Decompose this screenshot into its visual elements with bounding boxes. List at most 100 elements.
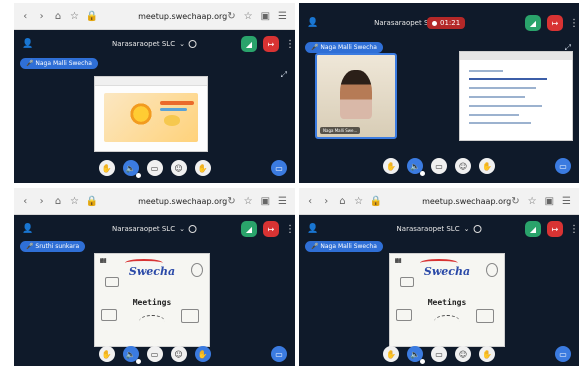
speaker-button[interactable]: 🔈 (407, 158, 425, 176)
people-icon[interactable]: 👤 (22, 39, 33, 49)
camera-button[interactable]: ▭ (431, 158, 447, 174)
speaker-chip: 🎤 Naga Malli Swecha (305, 241, 383, 252)
leave-button[interactable]: ↦ (263, 221, 279, 237)
menu-icon[interactable]: ☰ (278, 196, 287, 207)
leave-button[interactable]: ↦ (263, 36, 279, 52)
speaker-chip: 🎤 Naga Malli Swecha (20, 58, 98, 69)
kebab-icon[interactable]: ⋮ (285, 39, 295, 50)
stats-button[interactable]: ◢ (241, 36, 257, 52)
menu-icon[interactable]: ☰ (278, 11, 287, 22)
speaker-button[interactable]: 🔈 (407, 346, 425, 364)
back-icon[interactable]: ‹ (20, 196, 30, 207)
camera-button[interactable]: ▭ (146, 346, 163, 362)
menu-icon[interactable]: ☰ (562, 196, 571, 207)
stats-button[interactable]: ◢ (525, 221, 541, 237)
tabs-icon[interactable]: ▣ (545, 196, 554, 207)
forward-icon[interactable]: › (36, 11, 46, 22)
stats-button[interactable]: ◢ (241, 221, 257, 237)
status-dot-icon (188, 40, 197, 48)
panel-top-left: ‹ › ⌂ ☆ 🔒 meetup.swechaap.org ↻ ☆ ▣ ☰ 👤 … (14, 3, 295, 183)
speaker-button[interactable]: 🔈 (122, 160, 141, 178)
presentation-slide (94, 76, 208, 152)
people-icon[interactable]: 👤 (307, 224, 318, 234)
people-icon[interactable]: 👤 (307, 18, 318, 28)
kebab-icon[interactable]: ⋮ (569, 224, 579, 235)
back-icon[interactable]: ‹ (305, 196, 315, 207)
browser-toolbar: ‹ › ⌂ ☆ 🔒 meetup.swechaap.org ↻ ☆ ▣ ☰ (299, 188, 579, 215)
room-selector[interactable]: Narasaraopet SLC ⌄ (397, 225, 482, 233)
screen-share-button[interactable]: ▭ (271, 160, 287, 176)
slide-corner-label: ▓▓ (100, 258, 107, 263)
raise-hand-button[interactable]: ✋ (479, 158, 495, 174)
url-bar[interactable]: meetup.swechaap.org (138, 12, 227, 21)
meeting-toolbar: ✋ 🔈 ▭ ☺ ✋ (14, 160, 295, 178)
star-icon[interactable]: ☆ (69, 11, 79, 22)
room-name: Narasaraopet SLC (112, 40, 176, 48)
shared-screen (459, 51, 573, 141)
people-icon[interactable]: 👤 (22, 224, 33, 234)
emoji-button[interactable]: ☺ (170, 160, 187, 176)
raise-hand-button[interactable]: ✋ (194, 346, 211, 362)
mic-button[interactable]: ✋ (98, 346, 115, 362)
room-selector[interactable]: Narasaraopet SLC ⌄ (112, 40, 197, 48)
back-icon[interactable]: ‹ (20, 11, 30, 22)
mic-button[interactable]: ✋ (383, 346, 399, 362)
screen-share-button[interactable]: ▭ (271, 346, 287, 362)
participant-video: Naga Malli Swe... (315, 53, 397, 139)
leave-button[interactable]: ↦ (547, 15, 563, 31)
status-dot-icon (188, 225, 197, 233)
raise-hand-button[interactable]: ✋ (479, 346, 495, 362)
speaker-chip: 🎤 Sruthi sunkara (20, 241, 86, 252)
mic-button[interactable]: ✋ (383, 158, 399, 174)
home-icon[interactable]: ⌂ (53, 11, 63, 22)
slide-title: Meetings (132, 298, 172, 308)
screen-share-button[interactable]: ▭ (555, 158, 571, 174)
speaker-button[interactable]: 🔈 (122, 346, 141, 364)
status-dot-icon (473, 225, 482, 233)
room-selector[interactable]: Narasaraopet SLC ⌄ (112, 225, 197, 233)
chevron-down-icon: ⌄ (179, 225, 185, 233)
bookmark-icon[interactable]: ☆ (528, 196, 537, 207)
camera-button[interactable]: ▭ (431, 346, 447, 362)
raise-hand-button[interactable]: ✋ (194, 160, 211, 176)
lock-icon: 🔒 (85, 10, 99, 22)
meetings-slide: ▓▓ Swecha Meetings (94, 253, 210, 347)
url-bar[interactable]: meetup.swechaap.org (422, 197, 511, 206)
forward-icon[interactable]: › (321, 196, 331, 207)
mic-button[interactable]: ✋ (98, 160, 115, 176)
bookmark-icon[interactable]: ☆ (244, 196, 253, 207)
forward-icon[interactable]: › (36, 196, 46, 207)
panel-bottom-right: ‹ › ⌂ ☆ 🔒 meetup.swechaap.org ↻ ☆ ▣ ☰ 👤 … (299, 188, 579, 366)
chevron-down-icon: ⌄ (463, 225, 470, 233)
speaker-chip: 🎤 Naga Malli Swecha (305, 42, 383, 53)
tabs-icon[interactable]: ▣ (261, 196, 270, 207)
lock-icon: 🔒 (369, 195, 383, 207)
reload-icon[interactable]: ↻ (227, 11, 235, 22)
emoji-button[interactable]: ☺ (455, 346, 471, 362)
emoji-button[interactable]: ☺ (455, 158, 471, 174)
stats-button[interactable]: ◢ (525, 15, 541, 31)
kebab-icon[interactable]: ⋮ (569, 18, 579, 29)
kebab-icon[interactable]: ⋮ (285, 224, 295, 235)
room-name: Narasaraopet SLC (396, 225, 460, 233)
tabs-icon[interactable]: ▣ (261, 11, 270, 22)
expand-icon[interactable]: ⤢ (281, 70, 287, 80)
star-icon[interactable]: ☆ (353, 196, 363, 207)
panel-bottom-left: ‹ › ⌂ ☆ 🔒 meetup.swechaap.org ↻ ☆ ▣ ☰ 👤 … (14, 188, 295, 366)
browser-toolbar: ‹ › ⌂ ☆ 🔒 meetup.swechaap.org ↻ ☆ ▣ ☰ (14, 3, 295, 30)
leave-button[interactable]: ↦ (547, 221, 563, 237)
reload-icon[interactable]: ↻ (511, 196, 519, 207)
home-icon[interactable]: ⌂ (337, 196, 347, 207)
meeting-toolbar: ✋ 🔈 ▭ ☺ ✋ (299, 158, 579, 176)
emoji-button[interactable]: ☺ (170, 346, 187, 362)
reload-icon[interactable]: ↻ (227, 196, 235, 207)
video-name-label: Naga Malli Swe... (320, 127, 361, 134)
screen-share-button[interactable]: ▭ (555, 346, 571, 362)
star-icon[interactable]: ☆ (69, 196, 79, 207)
panel-top-right: 👤 Narasaraopet SLC ⌄ 01:21 ◢ ↦ ⋮ 🎤 Naga … (299, 3, 579, 183)
home-icon[interactable]: ⌂ (53, 196, 63, 207)
url-bar[interactable]: meetup.swechaap.org (138, 197, 227, 206)
bookmark-icon[interactable]: ☆ (244, 11, 253, 22)
meeting-toolbar: ✋ 🔈 ▭ ☺ ✋ (299, 346, 579, 364)
camera-button[interactable]: ▭ (146, 160, 163, 176)
